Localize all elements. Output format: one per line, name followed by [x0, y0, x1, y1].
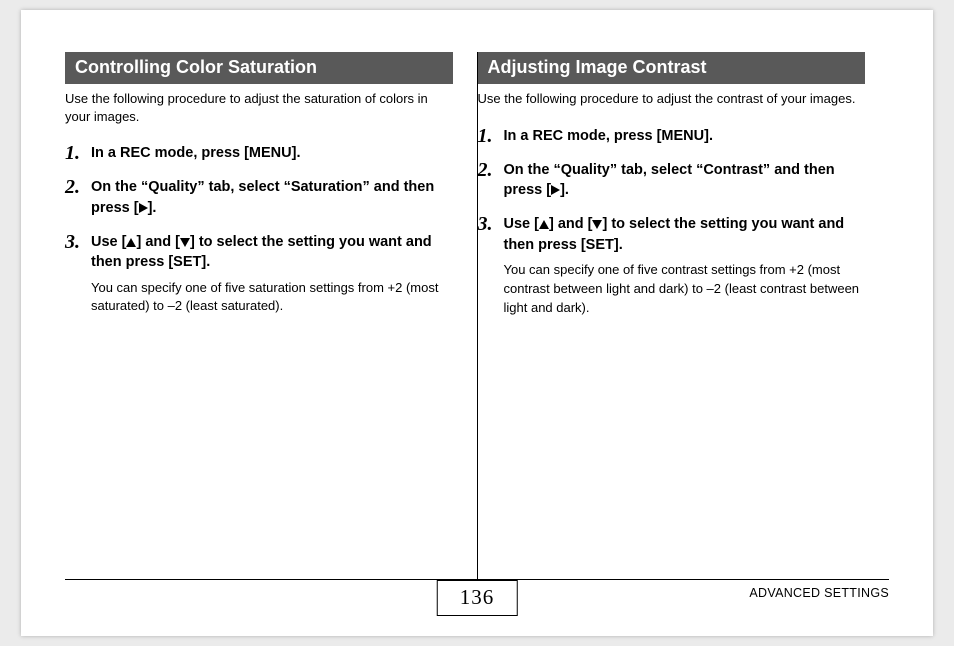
step-subtext: You can specify one of five saturation s…: [91, 279, 453, 317]
triangle-down-icon: [180, 238, 190, 247]
step-text: Use [] and [] to select the setting you …: [504, 214, 866, 255]
step-number: 3.: [65, 232, 91, 316]
intro-text: Use the following procedure to adjust th…: [478, 90, 866, 108]
triangle-right-icon: [139, 203, 148, 213]
left-column: Controlling Color Saturation Use the fol…: [65, 52, 477, 580]
step-text: Use [] and [] to select the setting you …: [91, 232, 453, 273]
page-number: 136: [437, 580, 518, 616]
step-1: 1. In a REC mode, press [MENU].: [478, 126, 866, 146]
step-number: 3.: [478, 214, 504, 317]
steps-list: 1. In a REC mode, press [MENU]. 2. On th…: [478, 126, 866, 318]
step-2: 2. On the “Quality” tab, select “Contras…: [478, 160, 866, 201]
intro-text: Use the following procedure to adjust th…: [65, 90, 453, 125]
step-1: 1. In a REC mode, press [MENU].: [65, 143, 453, 163]
triangle-up-icon: [539, 220, 549, 229]
step-text: On the “Quality” tab, select “Saturation…: [91, 177, 453, 218]
step-3: 3. Use [] and [] to select the setting y…: [478, 214, 866, 317]
step-number: 2.: [478, 160, 504, 201]
step-text: On the “Quality” tab, select “Contrast” …: [504, 160, 866, 201]
step-text: In a REC mode, press [MENU].: [91, 143, 453, 163]
triangle-down-icon: [592, 220, 602, 229]
step-subtext: You can specify one of five contrast set…: [504, 261, 866, 318]
step-3: 3. Use [] and [] to select the setting y…: [65, 232, 453, 316]
section-heading-saturation: Controlling Color Saturation: [65, 52, 453, 84]
content-area: Controlling Color Saturation Use the fol…: [65, 52, 889, 580]
step-number: 2.: [65, 177, 91, 218]
section-heading-contrast: Adjusting Image Contrast: [478, 52, 866, 84]
footer-section-label: ADVANCED SETTINGS: [749, 586, 889, 600]
steps-list: 1. In a REC mode, press [MENU]. 2. On th…: [65, 143, 453, 316]
triangle-up-icon: [126, 238, 136, 247]
step-number: 1.: [478, 126, 504, 146]
triangle-right-icon: [551, 185, 560, 195]
step-2: 2. On the “Quality” tab, select “Saturat…: [65, 177, 453, 218]
right-column: Adjusting Image Contrast Use the followi…: [478, 52, 890, 580]
step-number: 1.: [65, 143, 91, 163]
manual-page: Controlling Color Saturation Use the fol…: [21, 10, 933, 636]
step-text: In a REC mode, press [MENU].: [504, 126, 866, 146]
